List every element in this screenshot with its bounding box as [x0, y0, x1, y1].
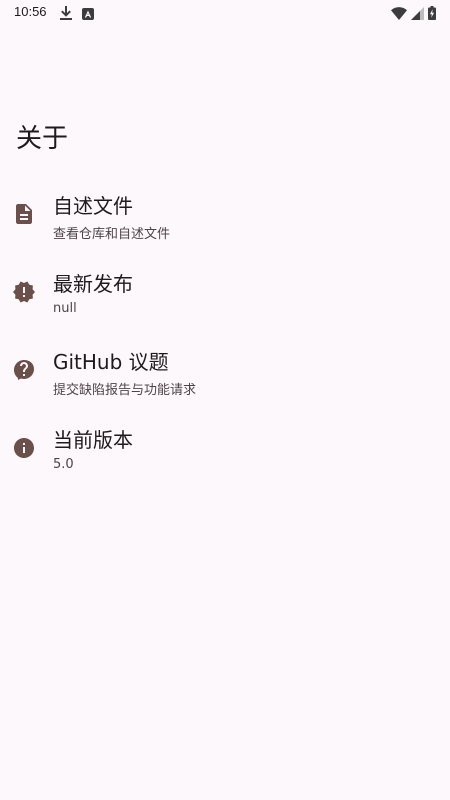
readme-item[interactable]: 自述文件 查看仓库和自述文件 [0, 176, 450, 254]
github-issues-item[interactable]: GitHub 议题 提交缺陷报告与功能请求 [0, 332, 450, 410]
status-bar: 10:56 [0, 0, 450, 26]
status-time: 10:56 [14, 4, 47, 19]
status-left-icons [60, 5, 94, 24]
item-title: 最新发布 [53, 272, 133, 296]
signal-icon [411, 5, 424, 24]
info-icon [12, 436, 36, 460]
item-subtitle: 5.0 [53, 457, 74, 472]
latest-release-item[interactable]: 最新发布 null [0, 254, 450, 332]
battery-icon [428, 5, 436, 24]
app-notification-icon [82, 5, 94, 24]
item-title: 自述文件 [53, 194, 133, 218]
help-icon [12, 358, 36, 382]
wifi-icon [391, 5, 407, 24]
document-icon [12, 202, 36, 226]
status-right-icons [391, 5, 436, 24]
item-subtitle: 提交缺陷报告与功能请求 [53, 383, 197, 398]
item-subtitle: 查看仓库和自述文件 [53, 227, 171, 242]
current-version-item[interactable]: 当前版本 5.0 [0, 410, 450, 488]
item-title: 当前版本 [53, 428, 133, 452]
new-release-icon [12, 280, 36, 304]
download-icon [60, 5, 72, 24]
settings-list: 自述文件 查看仓库和自述文件 最新发布 null GitHub 议题 提交缺陷报… [0, 176, 450, 488]
item-title: GitHub 议题 [53, 350, 169, 374]
page-title: 关于 [16, 124, 69, 154]
item-subtitle: null [53, 301, 77, 316]
